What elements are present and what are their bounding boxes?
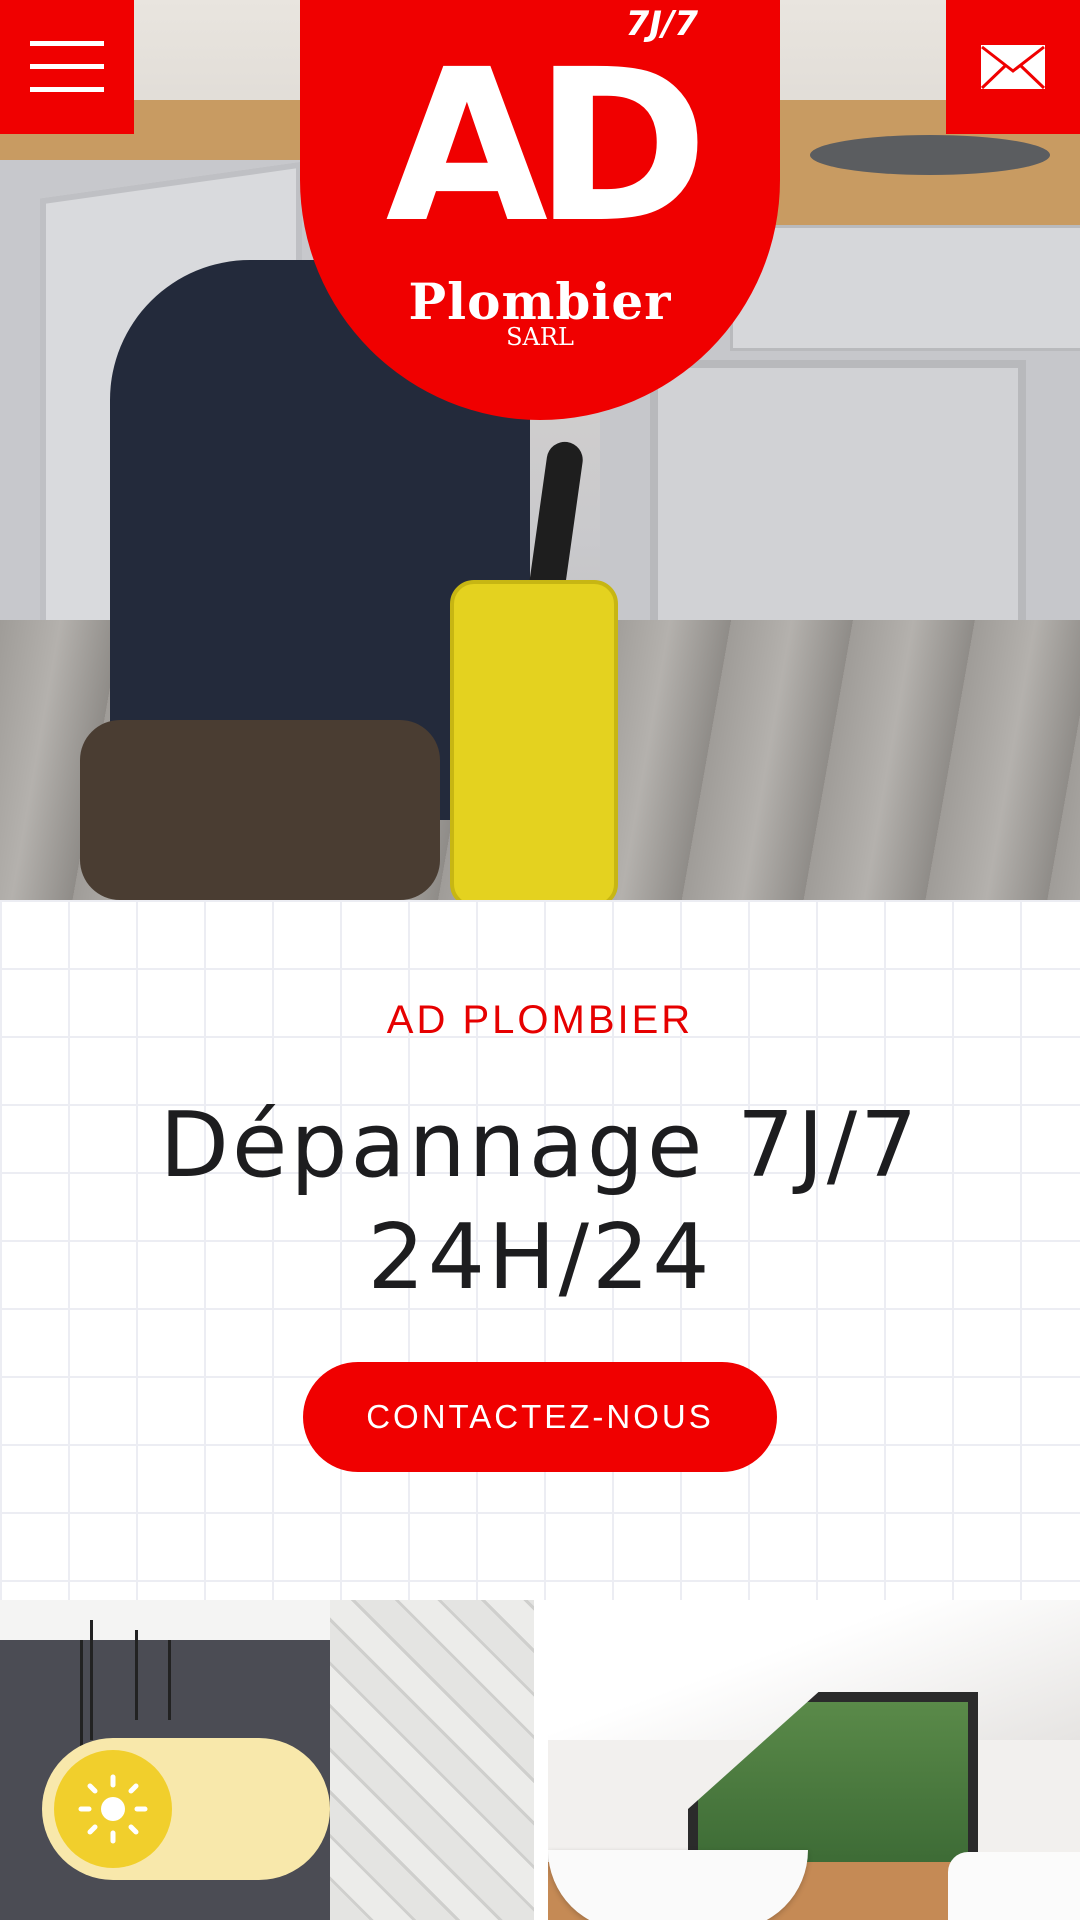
- pendant-lamp: [168, 1640, 171, 1720]
- bathtub: [548, 1850, 808, 1920]
- sink: [948, 1852, 1080, 1920]
- menu-button[interactable]: [0, 0, 134, 134]
- logo-monogram: AD: [385, 24, 709, 269]
- section-eyebrow: AD PLOMBIER: [386, 998, 694, 1042]
- envelope-icon: [980, 45, 1046, 90]
- page-title: Dépannage 7J/7 24H/24: [60, 1090, 1020, 1314]
- plumber-legs: [80, 720, 440, 900]
- drawer: [730, 225, 1080, 351]
- plate: [810, 135, 1050, 175]
- pendant-lamp: [80, 1640, 83, 1750]
- sun-icon: [78, 1774, 148, 1844]
- pendant-lamp: [90, 1620, 93, 1740]
- page-title-line-1: Dépannage 7J/7: [159, 1093, 921, 1198]
- hamburger-menu-icon: [30, 41, 104, 92]
- page-title-line-2: 24H/24: [367, 1205, 713, 1310]
- herringbone-wall: [330, 1600, 534, 1920]
- theme-toggle-knob: [54, 1750, 172, 1868]
- theme-toggle[interactable]: [42, 1738, 330, 1880]
- gallery-image-bathroom[interactable]: [548, 1600, 1080, 1920]
- drain-machine: [450, 580, 618, 900]
- pendant-lamp: [135, 1630, 138, 1720]
- logo-suffix: SARL: [506, 323, 574, 351]
- intro-section: AD PLOMBIER Dépannage 7J/7 24H/24 CONTAC…: [0, 900, 1080, 1600]
- contact-us-button[interactable]: CONTACTEZ-NOUS: [303, 1362, 777, 1472]
- contact-mail-button[interactable]: [946, 0, 1080, 134]
